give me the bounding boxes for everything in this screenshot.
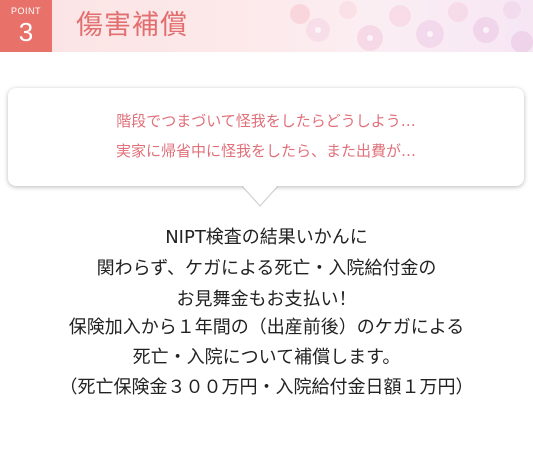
point-number: 3: [18, 17, 34, 47]
flower-decoration: [290, 1, 533, 52]
body-line: 保険加入から１年間の（出産前後）のケガによる: [68, 317, 465, 338]
speech-bubble-tail: [242, 186, 278, 207]
body-line: お見舞金もお支払い！: [176, 289, 357, 310]
speech-bubble: 階段でつまづいて怪我をしたらどうしよう… 実家に帰省中に怪我をしたら、また出費が…: [8, 88, 524, 186]
point-label: POINT: [10, 6, 41, 16]
point-badge: POINT 3: [0, 0, 52, 52]
bubble-line: 階段でつまづいて怪我をしたらどうしよう…: [116, 112, 416, 130]
bubble-line: 実家に帰省中に怪我をしたら、また出費が…: [115, 142, 416, 160]
body-line: 死亡・入院について補償します。: [132, 347, 401, 368]
body-line: （死亡保険金３００万円・入院給付金日額１万円）: [59, 377, 474, 398]
section-header: POINT 3 傷害補償: [0, 0, 533, 52]
section-title: 傷害補償: [76, 10, 188, 41]
body-line: 関わらず、ケガによる死亡・入院給付金の: [96, 258, 437, 279]
body-line: NIPT検査の結果いかんに: [165, 227, 368, 248]
